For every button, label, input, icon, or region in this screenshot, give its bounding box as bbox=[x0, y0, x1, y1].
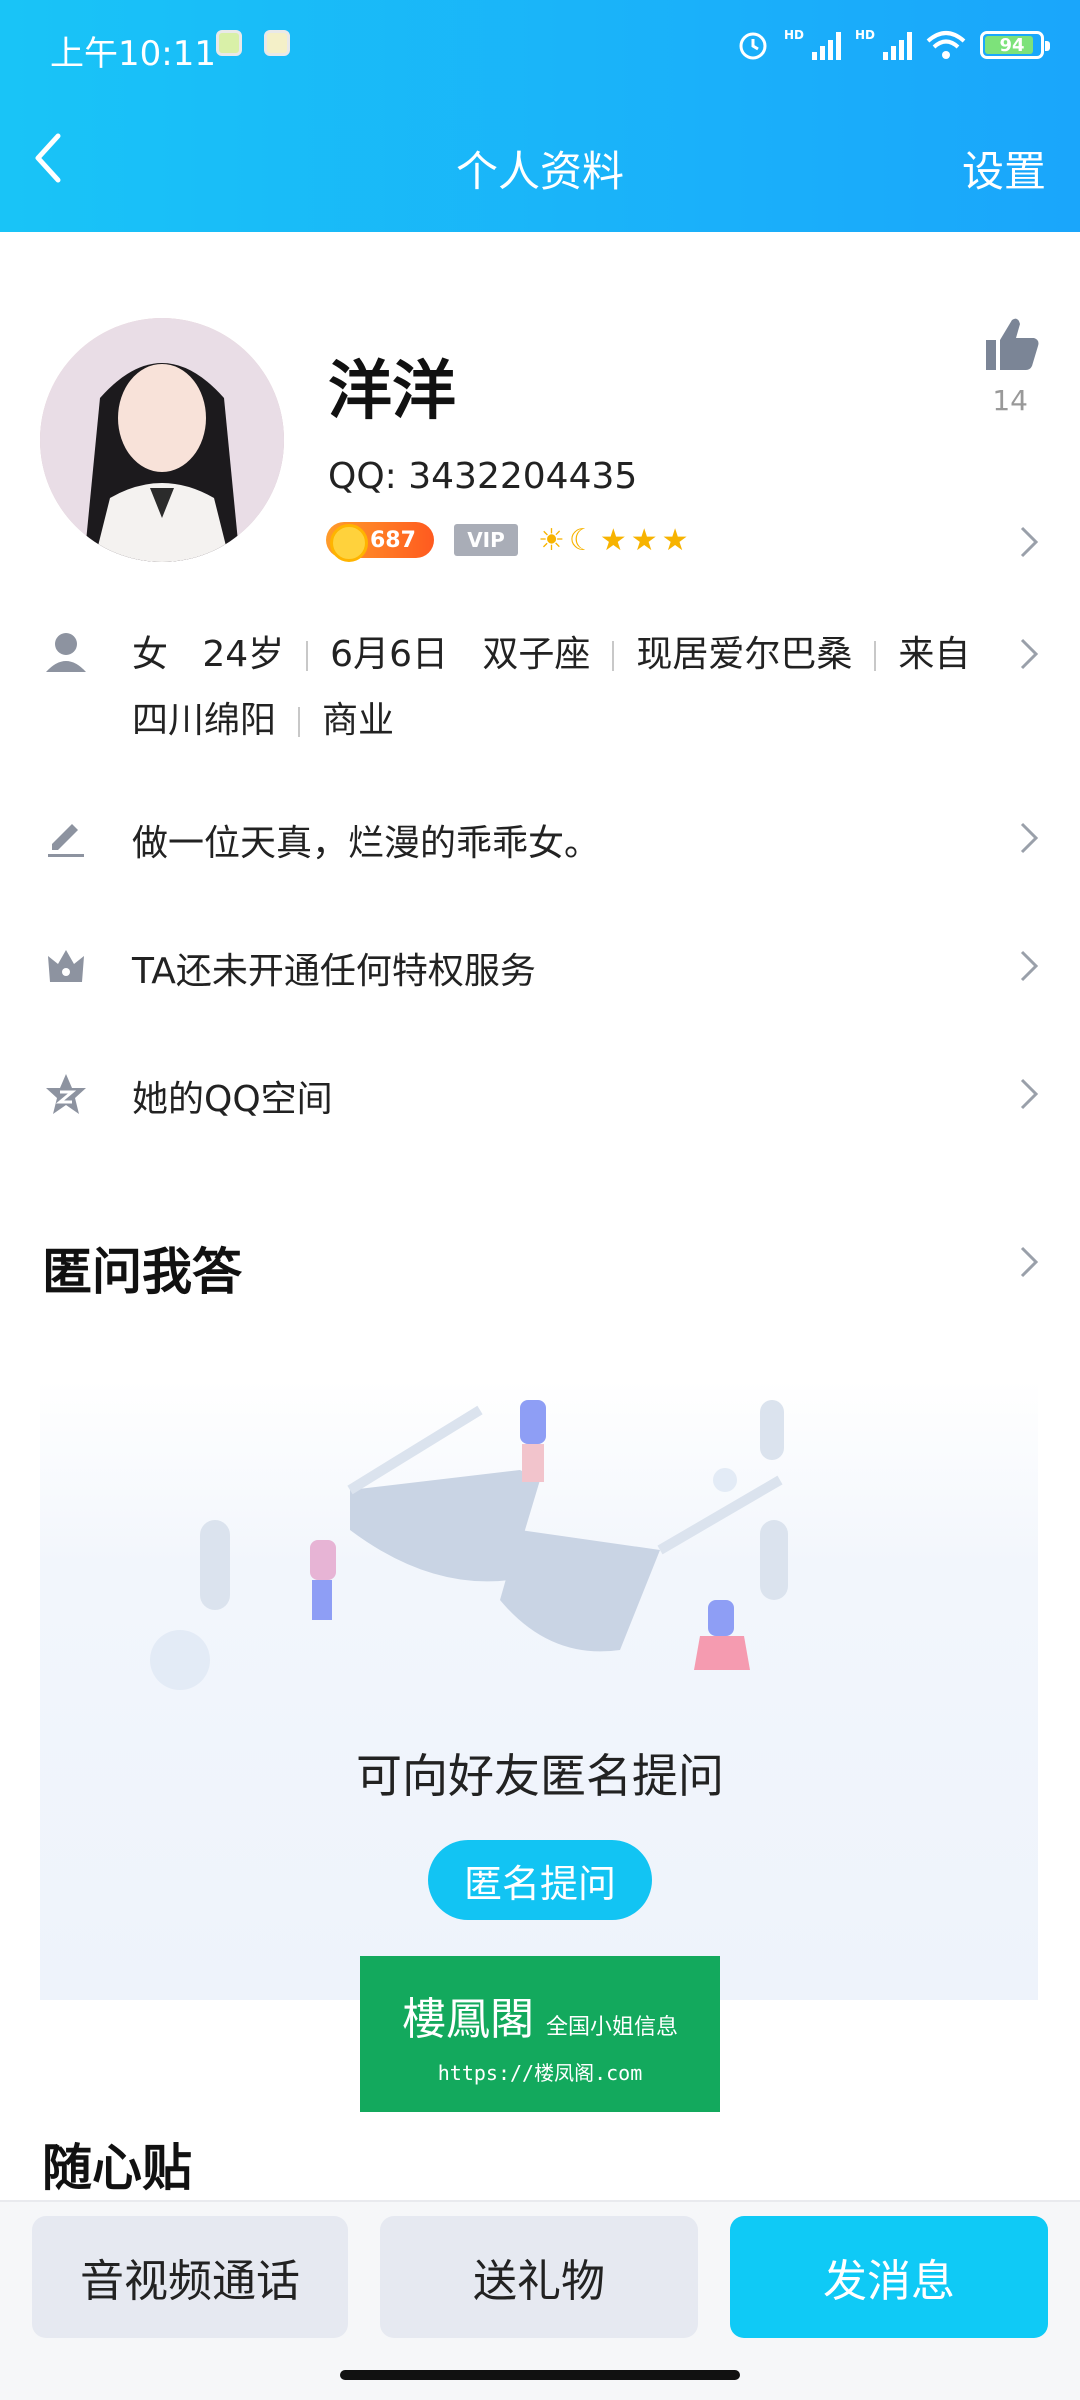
avatar[interactable] bbox=[40, 318, 284, 562]
watermark-brand: 樓鳳閣 bbox=[401, 1993, 534, 2045]
separator bbox=[306, 641, 309, 671]
page-title: 个人资料 bbox=[455, 147, 624, 196]
settings-button[interactable]: 设置 bbox=[962, 138, 1046, 199]
chevron-right-icon[interactable] bbox=[1018, 636, 1040, 672]
crown-icon bbox=[48, 950, 84, 982]
person-icon bbox=[46, 633, 86, 672]
calendar-notification-icon bbox=[264, 30, 290, 56]
chevron-right-icon[interactable] bbox=[1018, 948, 1040, 984]
battery-icon: 94 bbox=[980, 31, 1050, 59]
send-gift-button[interactable]: 送礼物 bbox=[380, 2216, 698, 2338]
chevron-right-icon[interactable] bbox=[1018, 1076, 1040, 1112]
watermark-url: https://楼凤阁.com bbox=[437, 2060, 643, 2085]
video-call-button[interactable]: 音视频通话 bbox=[32, 2216, 348, 2338]
level-icons: ☀ ☾ ★ ★ ★ bbox=[538, 523, 689, 558]
profile-name: 洋洋 bbox=[328, 355, 456, 429]
like-count: 14 bbox=[992, 384, 1028, 417]
qzone-star-icon bbox=[46, 1074, 86, 1114]
occupation: 商业 bbox=[322, 700, 395, 741]
chevron-right-icon[interactable] bbox=[1018, 524, 1040, 560]
signal-icon-2 bbox=[883, 30, 912, 60]
star-icon: ★ bbox=[599, 522, 627, 558]
star-icon: ★ bbox=[630, 522, 658, 558]
signal-icon bbox=[811, 30, 841, 60]
chevron-right-icon[interactable] bbox=[1018, 820, 1040, 856]
moon-icon: ☾ bbox=[568, 522, 596, 558]
status-bar: 上午10:11 HD HD 94 bbox=[0, 0, 1080, 96]
wifi-icon bbox=[926, 31, 966, 59]
home-indicator[interactable] bbox=[340, 2370, 740, 2380]
star-icon: ★ bbox=[661, 522, 689, 558]
header: 上午10:11 HD HD 94 个人资料 设置 bbox=[0, 0, 1080, 232]
send-message-button[interactable]: 发消息 bbox=[730, 2216, 1048, 2338]
origin-prefix: 来自 bbox=[898, 634, 971, 675]
privilege-text: TA还未开通任何特权服务 bbox=[132, 951, 536, 992]
separator bbox=[874, 641, 877, 671]
status-right: HD HD 94 bbox=[736, 28, 1050, 62]
avatar-image bbox=[40, 318, 284, 562]
thumbs-up-icon[interactable] bbox=[980, 312, 1044, 376]
gender: 女 bbox=[132, 634, 169, 675]
chevron-right-icon[interactable] bbox=[1018, 1244, 1040, 1280]
watermark-tagline: 全国小姐信息 bbox=[545, 2014, 678, 2040]
age: 24岁 bbox=[202, 634, 285, 675]
badges[interactable]: 687 VIP ☀ ☾ ★ ★ ★ bbox=[326, 522, 689, 562]
birthday: 6月6日 bbox=[330, 634, 448, 675]
vip-badge: VIP bbox=[454, 524, 518, 556]
hd-label-2: HD bbox=[854, 28, 875, 42]
qzone-text: 她的QQ空间 bbox=[132, 1079, 333, 1120]
sunglasses-illustration bbox=[150, 1400, 788, 1690]
profile-page: 上午10:11 HD HD 94 个人资料 设置 洋洋 QQ: 34322044… bbox=[0, 0, 1080, 2400]
notes-section-title: 随心贴 bbox=[42, 2139, 192, 2197]
qq-number: QQ: 3432204435 bbox=[328, 456, 638, 497]
anon-section-title: 匿问我答 bbox=[42, 1243, 242, 1301]
app-notification-icon bbox=[216, 30, 242, 56]
residence: 现居爱尔巴桑 bbox=[636, 634, 853, 675]
sun-icon: ☀ bbox=[538, 522, 565, 558]
signature-text: 做一位天真，烂漫的乖乖女。 bbox=[132, 823, 601, 864]
edit-icon bbox=[48, 824, 84, 857]
alarm-icon bbox=[739, 32, 767, 60]
anon-prompt: 可向好友匿名提问 bbox=[356, 1749, 724, 1803]
status-time: 上午10:11 bbox=[50, 34, 216, 74]
watermark-logo: 樓鳳閣 全国小姐信息 https://楼凤阁.com bbox=[360, 1956, 720, 2112]
anonymous-ask-button[interactable]: 匿名提问 bbox=[428, 1840, 652, 1920]
battery-level: 94 bbox=[999, 34, 1025, 56]
coin-badge: 687 bbox=[326, 522, 434, 562]
origin-place: 四川绵阳 bbox=[132, 700, 277, 741]
basic-info[interactable]: 女 24岁 6月6日 双子座 现居爱尔巴桑 来自 四川绵阳 商业 bbox=[132, 622, 992, 754]
separator bbox=[612, 641, 615, 671]
separator bbox=[298, 707, 301, 737]
zodiac: 双子座 bbox=[482, 634, 591, 675]
hd-label: HD bbox=[783, 28, 804, 42]
